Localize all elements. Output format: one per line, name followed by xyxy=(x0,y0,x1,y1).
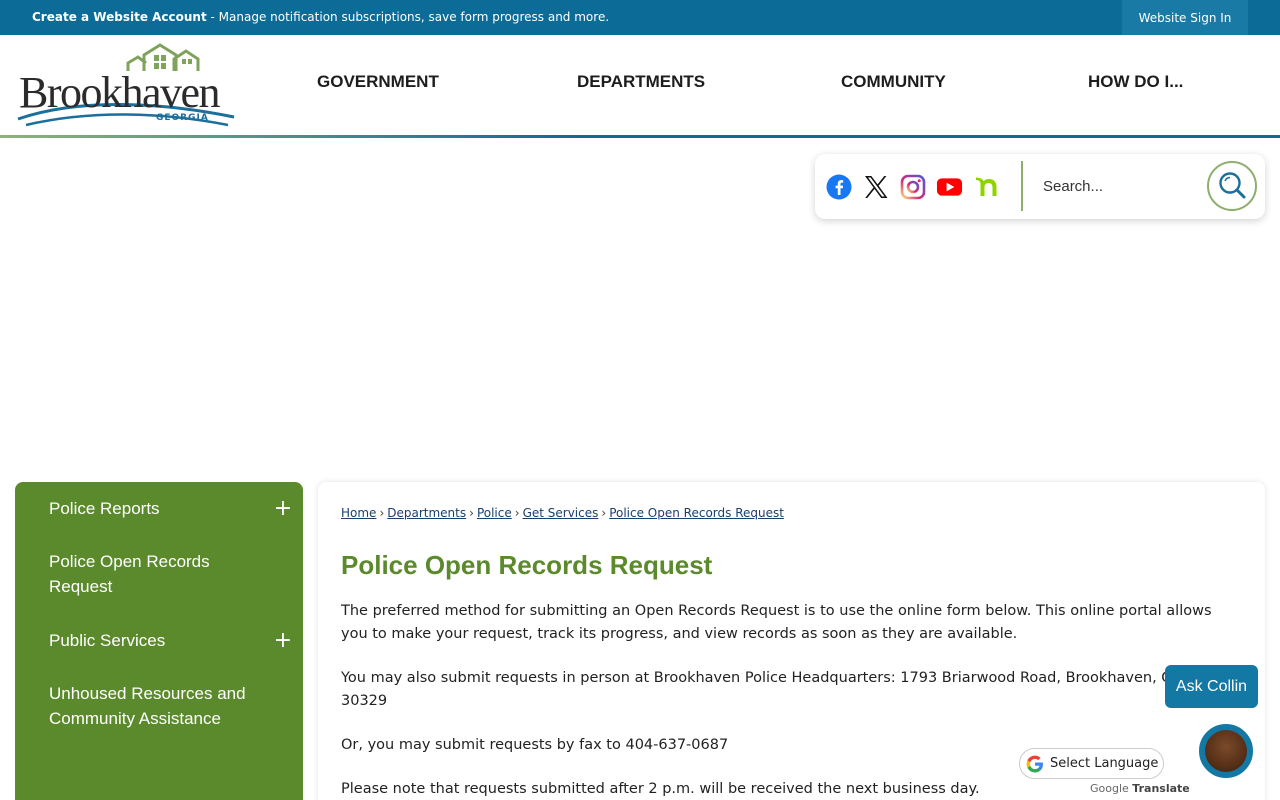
page-title: Police Open Records Request xyxy=(341,550,713,580)
create-account-description: - Manage notification subscriptions, sav… xyxy=(206,10,610,24)
breadcrumb-police-open-records-request[interactable]: Police Open Records Request xyxy=(609,506,784,520)
ask-collin-button[interactable]: Ask Collin xyxy=(1165,665,1258,708)
breadcrumb-get-services[interactable]: Get Services xyxy=(523,506,599,520)
instagram-icon[interactable] xyxy=(899,173,926,200)
nav-community[interactable]: COMMUNITY xyxy=(841,72,946,92)
breadcrumb-separator: › xyxy=(514,506,520,520)
in-person-paragraph: You may also submit requests in person a… xyxy=(341,670,1219,709)
nav-government[interactable]: GOVERNMENT xyxy=(317,72,439,92)
powered-by-translate: Translate xyxy=(1132,782,1190,795)
create-account-link[interactable]: Create a Website Account - Manage notifi… xyxy=(32,10,609,24)
expand-police-reports-icon[interactable]: + xyxy=(273,498,293,520)
google-g-icon xyxy=(1026,755,1043,773)
search-button[interactable] xyxy=(1207,161,1257,211)
logo-state: GEORGIA xyxy=(156,113,209,123)
breadcrumb: Home › Departments › Police › Get Services › Pol… xyxy=(341,506,784,520)
website-sign-in-button[interactable]: Website Sign In xyxy=(1122,0,1248,35)
search-icon xyxy=(1219,172,1246,199)
utility-bar: Create a Website Account - Manage notifi… xyxy=(0,0,1280,35)
nav-departments[interactable]: DEPARTMENTS xyxy=(577,72,705,92)
nextdoor-icon[interactable] xyxy=(973,173,1000,200)
chatbot-avatar[interactable] xyxy=(1199,724,1253,778)
x-icon[interactable] xyxy=(862,173,889,200)
facebook-icon[interactable] xyxy=(825,173,852,200)
breadcrumb-separator: › xyxy=(379,506,385,520)
select-language-dropdown[interactable]: Select Language xyxy=(1019,748,1164,779)
sidebar-nav: Police Reports + Police Open Records Req… xyxy=(15,482,303,800)
breadcrumb-police[interactable]: Police xyxy=(477,506,512,520)
expand-public-services-icon[interactable]: + xyxy=(273,630,293,652)
powered-by-google: Google xyxy=(1090,782,1129,795)
sidebar-item-unhoused-resources[interactable]: Unhoused Resources and Community Assista… xyxy=(49,681,249,731)
sidebar-item-police-reports[interactable]: Police Reports xyxy=(49,496,249,521)
breadcrumb-home[interactable]: Home xyxy=(341,506,376,520)
breadcrumb-separator: › xyxy=(469,506,474,520)
create-account-title[interactable]: Create a Website Account xyxy=(32,10,207,24)
toolbox-divider xyxy=(1021,161,1023,211)
sidebar-item-police-open-records-request[interactable]: Police Open Records Request xyxy=(49,549,249,599)
breadcrumb-departments[interactable]: Departments xyxy=(387,506,466,520)
breadcrumb-separator: › xyxy=(601,506,607,520)
brookhaven-logo[interactable]: Brookhaven GEORGIA xyxy=(16,41,238,131)
nav-how-do-i[interactable]: HOW DO I... xyxy=(1088,72,1183,92)
intro-paragraph: The preferred method for submitting an O… xyxy=(341,603,1212,642)
dog-avatar-icon xyxy=(1205,730,1247,772)
youtube-icon[interactable] xyxy=(936,173,963,200)
logo-wordmark: Brookhaven xyxy=(19,68,221,117)
sidebar-item-public-services[interactable]: Public Services xyxy=(49,628,249,653)
select-language-label: Select Language xyxy=(1050,756,1159,771)
social-search-toolbox xyxy=(815,154,1265,219)
google-translate-credit: Google Translate xyxy=(1090,782,1190,795)
search-input[interactable] xyxy=(1043,170,1203,202)
site-header: Brookhaven GEORGIA GOVERNMENT DEPARTMENT… xyxy=(0,35,1280,138)
